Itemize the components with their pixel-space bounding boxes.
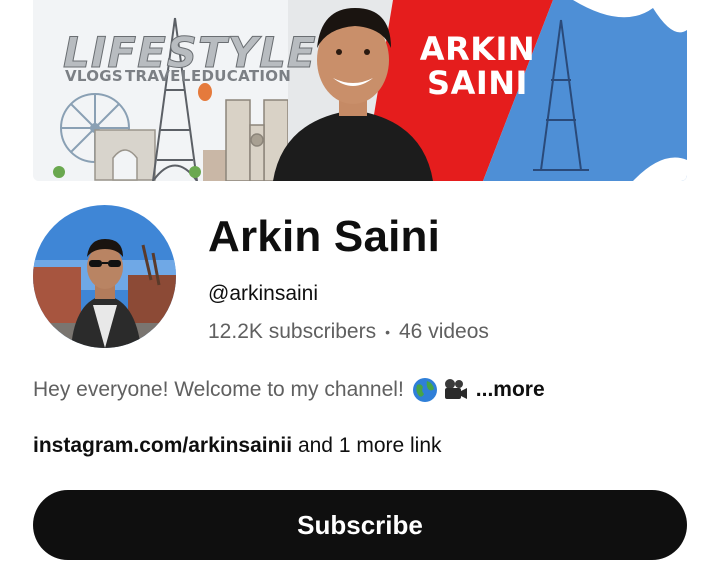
channel-handle: @arkinsaini [208, 282, 319, 305]
banner-title-line1: ARKIN [419, 30, 536, 68]
channel-links[interactable]: instagram.com/arkinsainii and 1 more lin… [33, 434, 442, 458]
channel-description[interactable]: Hey everyone! Welcome to my channel! ...… [33, 377, 545, 403]
arch-icon [94, 129, 156, 181]
description-text: Hey everyone! Welcome to my channel! [33, 378, 404, 401]
banner-tag-education: EDUCATION [191, 67, 292, 85]
banner-tag-travel: TRAVEL [125, 67, 191, 85]
stats-separator: • [385, 324, 390, 340]
avatar-image [33, 205, 176, 348]
description-more-button[interactable]: ...more [476, 378, 545, 402]
channel-banner: LIFESTYLE VLOGS TRAVEL EDUCATION ARKIN S… [33, 0, 687, 181]
more-links-label[interactable]: and 1 more link [292, 434, 442, 457]
subscriber-count: 12.2K subscribers [208, 320, 377, 343]
subscribe-button[interactable]: Subscribe [33, 490, 687, 560]
globe-icon [412, 378, 437, 402]
banner-title-line2: SAINI [427, 64, 528, 102]
banner-tag-vlogs: VLOGS [65, 67, 123, 85]
movie-camera-icon [444, 379, 467, 399]
channel-avatar[interactable] [33, 205, 176, 348]
channel-name: Arkin Saini [208, 212, 441, 261]
channel-stats: 12.2K subscribers • 46 videos [208, 320, 489, 344]
video-count: 46 videos [399, 320, 489, 343]
instagram-link[interactable]: instagram.com/arkinsainii [33, 434, 292, 457]
balloon-icon [198, 83, 212, 101]
